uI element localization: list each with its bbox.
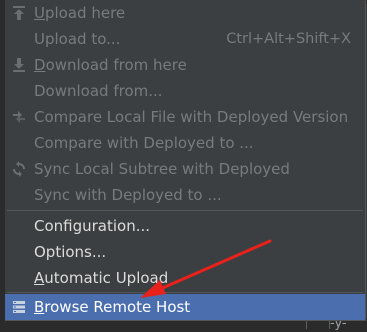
empty-icon-slot [7,239,31,265]
menu-item-upload-here[interactable]: Upload here [5,0,365,26]
menu-item-shortcut: Ctrl+Alt+Shift+X [226,31,351,47]
mnemonic-letter: B [34,298,45,316]
empty-icon-slot [7,213,31,239]
menu-item-download-from-here[interactable]: Download from here [5,52,365,78]
menu-item-compare-local-file[interactable]: Compare Local File with Deployed Version [5,104,365,130]
empty-icon-slot [7,78,31,104]
mnemonic-letter: D [34,56,46,74]
menu-item-automatic-upload[interactable]: Automatic Upload [5,265,365,291]
sync-icon [7,156,31,182]
menu-item-label: Compare with Deployed to ... [34,134,254,152]
menu-item-label: Download from... [34,82,163,100]
menu-item-label: Upload here [34,4,126,22]
empty-icon-slot [7,182,31,208]
menu-item-label: Automatic Upload [34,269,169,287]
menu-separator [7,210,363,211]
menu-item-label: Browse Remote Host [34,298,191,316]
upload-icon [7,0,31,26]
menu-item-browse-remote-host[interactable]: Browse Remote Host [5,294,365,320]
menu-item-label: Download from here [34,56,187,74]
deployment-context-menu: Upload here Upload to... Ctrl+Alt+Shift+… [5,0,366,321]
menu-item-label: Compare Local File with Deployed Version [34,108,349,126]
menu-item-sync-local-subtree[interactable]: Sync Local Subtree with Deployed [5,156,365,182]
download-icon [7,52,31,78]
menu-item-options[interactable]: Options... [5,239,365,265]
menu-item-label: Configuration... [34,217,151,235]
remote-host-icon [7,294,31,320]
empty-icon-slot [7,265,31,291]
mnemonic-letter: A [34,269,45,287]
mnemonic-letter: U [34,4,45,22]
ide-window: -y- Upload here Upload to... Ctrl+Alt+Sh… [0,0,367,332]
menu-item-label: Sync Local Subtree with Deployed [34,160,290,178]
menu-item-compare-with-deployed[interactable]: Compare with Deployed to ... [5,130,365,156]
empty-icon-slot [7,130,31,156]
menu-item-label: Options... [34,243,107,261]
menu-item-configuration[interactable]: Configuration... [5,213,365,239]
menu-item-label: Sync with Deployed to ... [34,186,222,204]
compare-icon [7,104,31,130]
menu-item-upload-to[interactable]: Upload to... Ctrl+Alt+Shift+X [5,26,365,52]
menu-item-download-from[interactable]: Download from... [5,78,365,104]
empty-icon-slot [7,26,31,52]
menu-item-label: Upload to... [34,30,121,48]
menu-item-sync-with-deployed[interactable]: Sync with Deployed to ... [5,182,365,208]
menu-separator [7,292,363,293]
